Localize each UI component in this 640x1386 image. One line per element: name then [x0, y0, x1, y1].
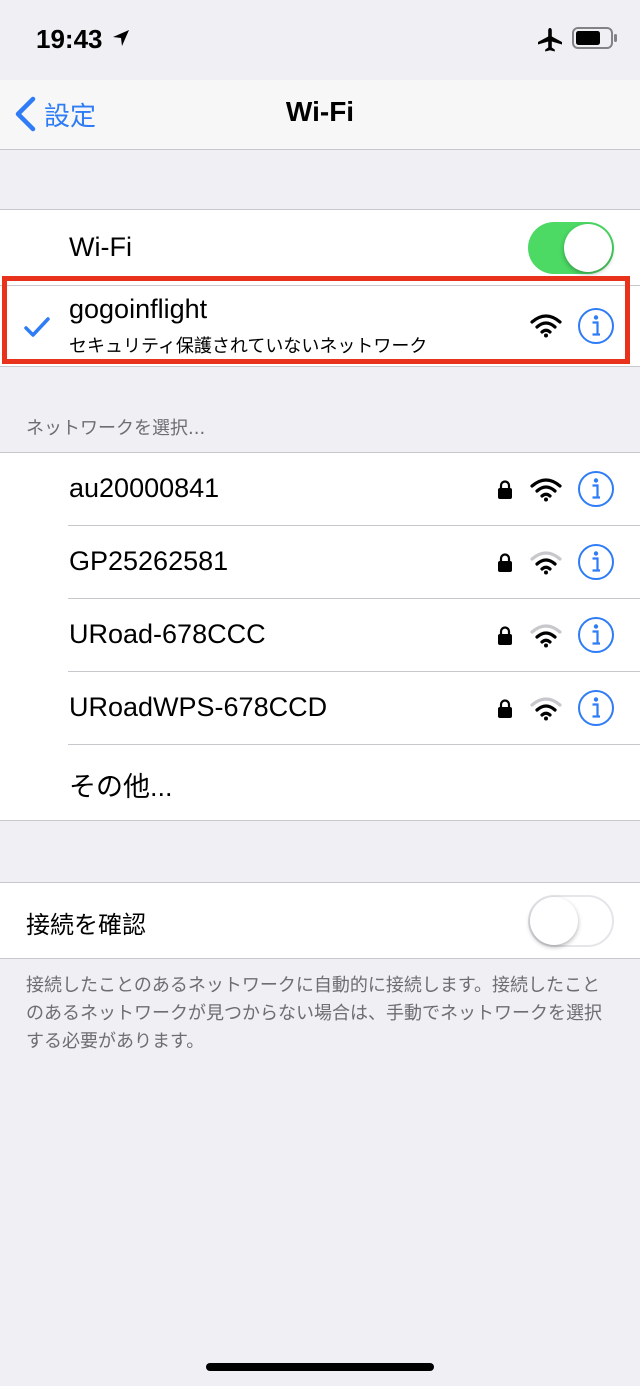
info-icon[interactable]: [577, 689, 615, 727]
lock-icon: [498, 699, 512, 718]
network-name: URoad-678CCC: [69, 619, 266, 649]
ask-to-join-group: 接続を確認: [0, 882, 640, 959]
lock-icon: [498, 626, 512, 645]
lock-icon: [498, 480, 512, 499]
networks-section-header: ネットワークを選択...: [26, 418, 206, 439]
ask-to-join-toggle-knob: [530, 897, 578, 945]
network-row[interactable]: URoad-678CCC: [0, 599, 640, 672]
wifi-signal-icon: [530, 697, 562, 721]
nav-bar: 設定 Wi-Fi: [0, 80, 640, 150]
wifi-signal-icon: [530, 478, 562, 502]
wifi-toggle-row: Wi-Fi: [0, 210, 640, 286]
wifi-signal-icon: [530, 314, 562, 338]
ask-to-join-row: 接続を確認: [0, 883, 640, 958]
connected-network-subtitle: セキュリティ保護されていないネットワーク: [69, 336, 428, 357]
ask-to-join-note: 接続したことのあるネットワークに自動的に接続します。接続したことのあるネットワー…: [26, 975, 602, 1052]
networks-group: au20000841 GP25262581 URoad-678CCC URoadWPS…: [0, 452, 640, 821]
wifi-signal-icon: [530, 551, 562, 575]
status-time: 19:43: [36, 24, 103, 54]
wifi-toggle[interactable]: [528, 222, 614, 274]
checkmark-icon: [24, 317, 50, 337]
lock-icon: [498, 553, 512, 572]
ask-to-join-label: 接続を確認: [26, 911, 146, 939]
ask-to-join-toggle[interactable]: [528, 895, 614, 947]
network-row[interactable]: au20000841: [0, 453, 640, 526]
info-icon[interactable]: [577, 307, 615, 345]
battery-icon: [572, 27, 617, 49]
network-name: GP25262581: [69, 546, 229, 576]
info-icon[interactable]: [577, 470, 615, 508]
wifi-label: Wi-Fi: [69, 232, 132, 262]
connected-network-row[interactable]: gogoinflight セキュリティ保護されていないネットワーク: [0, 286, 640, 366]
status-bar: 19:43: [0, 0, 640, 80]
info-icon[interactable]: [577, 616, 615, 654]
network-row[interactable]: GP25262581: [0, 526, 640, 599]
network-name: au20000841: [69, 473, 220, 503]
info-icon[interactable]: [577, 543, 615, 581]
wifi-group: Wi-Fi gogoinflight セキュリティ保護されていないネットワーク: [0, 209, 640, 367]
other-network-row[interactable]: その他...: [0, 745, 640, 820]
airplane-icon: [538, 28, 562, 52]
network-row[interactable]: URoadWPS-678CCD: [0, 672, 640, 745]
location-arrow-icon: [113, 30, 129, 46]
connected-network-name: gogoinflight: [69, 294, 208, 324]
network-name: URoadWPS-678CCD: [69, 692, 328, 722]
page-title: Wi-Fi: [285, 96, 355, 127]
wifi-toggle-knob: [564, 224, 612, 272]
wifi-signal-icon: [530, 624, 562, 648]
other-network-label: その他...: [69, 772, 173, 802]
home-indicator[interactable]: [206, 1363, 434, 1371]
